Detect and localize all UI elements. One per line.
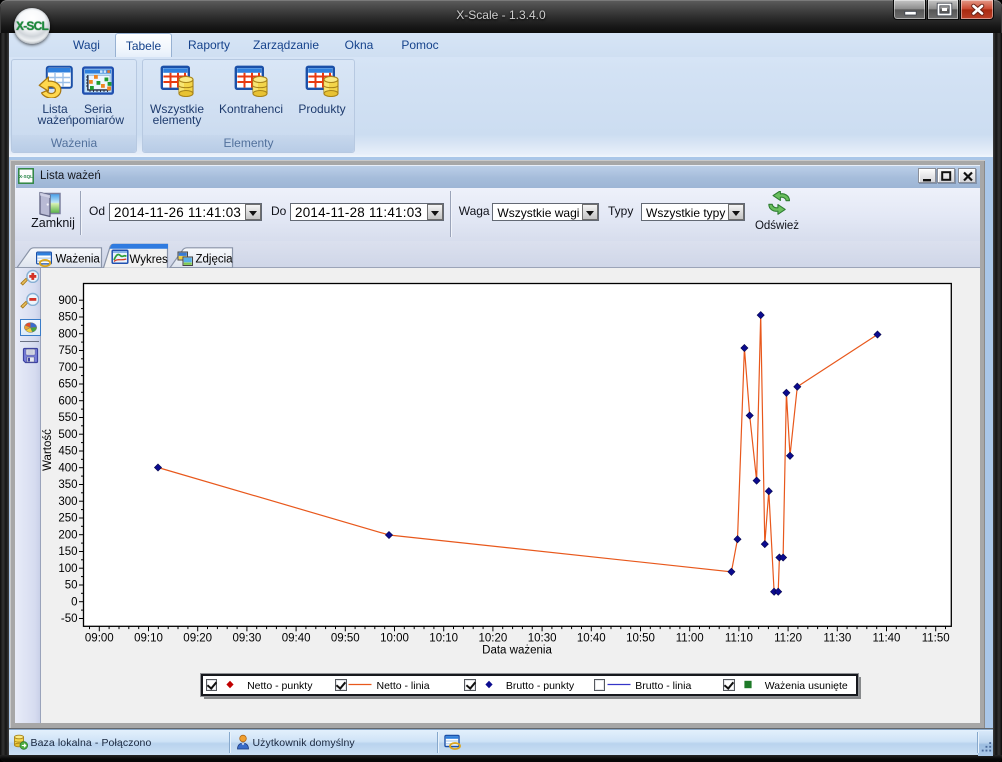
svg-text:750: 750 [58,345,77,357]
svg-text:600: 600 [58,395,77,407]
svg-text:-50: -50 [61,613,78,625]
svg-text:400: 400 [58,462,77,474]
svg-text:09:40: 09:40 [282,633,311,645]
svg-text:Wartość: Wartość [42,429,54,471]
svg-text:10:40: 10:40 [577,633,606,645]
svg-text:11:40: 11:40 [873,633,901,645]
svg-text:11:00: 11:00 [676,633,704,645]
svg-text:09:00: 09:00 [85,633,114,645]
svg-text:500: 500 [58,429,77,441]
svg-text:850: 850 [58,312,77,324]
svg-text:800: 800 [58,328,77,340]
svg-text:150: 150 [58,546,77,558]
svg-text:11:10: 11:10 [725,633,753,645]
svg-text:10:00: 10:00 [380,633,409,645]
svg-text:0: 0 [71,596,77,608]
svg-text:11:20: 11:20 [774,633,802,645]
svg-text:50: 50 [65,580,78,592]
svg-text:200: 200 [58,529,77,541]
svg-text:350: 350 [58,479,77,491]
svg-text:Data ważenia: Data ważenia [482,645,552,657]
svg-text:10:10: 10:10 [429,633,458,645]
svg-text:09:50: 09:50 [331,633,360,645]
svg-text:09:10: 09:10 [134,633,163,645]
svg-text:900: 900 [58,295,77,307]
svg-text:09:30: 09:30 [233,633,262,645]
svg-text:09:20: 09:20 [183,633,212,645]
svg-text:300: 300 [58,496,77,508]
svg-text:10:30: 10:30 [528,633,557,645]
svg-text:10:20: 10:20 [479,633,508,645]
svg-text:700: 700 [58,362,77,374]
svg-text:450: 450 [58,446,77,458]
svg-text:550: 550 [58,412,77,424]
svg-text:11:50: 11:50 [922,633,950,645]
svg-text:11:30: 11:30 [823,633,851,645]
svg-text:250: 250 [58,513,77,525]
svg-text:650: 650 [58,379,77,391]
svg-text:10:50: 10:50 [626,633,655,645]
svg-text:100: 100 [58,563,77,575]
